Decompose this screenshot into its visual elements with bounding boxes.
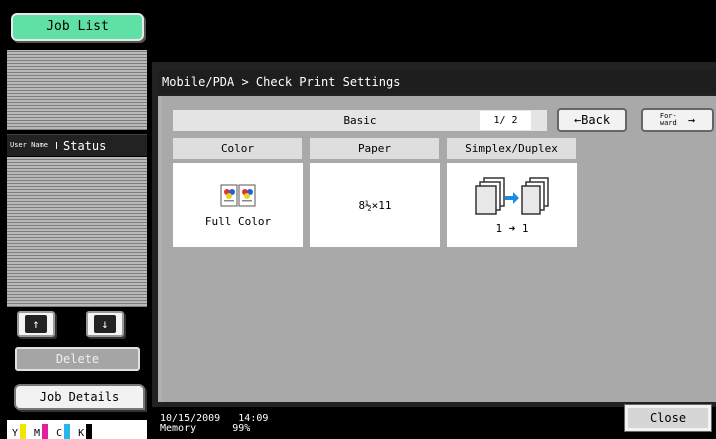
- paper-value: 8½×11: [358, 198, 392, 212]
- job-details-button[interactable]: Job Details: [14, 384, 145, 410]
- status-header: Status: [63, 138, 107, 153]
- breadcrumb: Mobile/PDA > Check Print Settings: [158, 70, 716, 94]
- toner-levels: Y M C K: [7, 420, 147, 439]
- left-panel: Job List User Name Status ↑ ↓ Delete Job…: [0, 0, 152, 439]
- user-name-header: User Name: [7, 142, 57, 149]
- simplex-duplex-value: 1 ➜ 1: [495, 221, 529, 235]
- forward-arrow-icon: →: [687, 113, 696, 127]
- color-pages-icon: [220, 184, 256, 206]
- close-button[interactable]: Close: [624, 404, 712, 432]
- date-time: 10/15/2009 14:09 Memory 99%: [160, 414, 268, 434]
- delete-button[interactable]: Delete: [15, 347, 140, 371]
- toner-yellow-bar: [20, 424, 27, 439]
- job-list: [7, 157, 147, 307]
- scroll-down-button[interactable]: ↓: [86, 311, 124, 337]
- memory-value: 99%: [232, 423, 251, 434]
- toner-black-bar: [86, 424, 93, 439]
- simplex-duplex-setting-card: 1 ➜ 1: [447, 163, 577, 247]
- toner-cyan: C: [56, 424, 71, 439]
- forward-button[interactable]: For-ward →: [641, 108, 714, 132]
- down-arrow-icon: ↓: [94, 315, 116, 333]
- back-button[interactable]: ←Back: [557, 108, 627, 132]
- toner-black: K: [78, 424, 93, 439]
- forward-label: For-ward: [659, 112, 677, 127]
- color-setting-card: Full Color: [173, 163, 303, 247]
- simplex-pages-icon: [475, 176, 549, 215]
- scroll-up-button[interactable]: ↑: [17, 311, 55, 337]
- toner-magenta: M: [34, 424, 49, 439]
- color-header: Color: [173, 138, 302, 159]
- page-indicator: 1/ 2: [480, 111, 531, 130]
- color-value: Full Color: [204, 214, 272, 228]
- paper-header: Paper: [310, 138, 439, 159]
- job-list-header: User Name Status: [7, 134, 147, 156]
- toner-magenta-bar: [42, 424, 49, 439]
- memory-label: Memory: [160, 423, 197, 434]
- paper-setting-card: 8½×11: [310, 163, 440, 247]
- up-arrow-icon: ↑: [25, 315, 47, 333]
- simplex-duplex-header: Simplex/Duplex: [447, 138, 576, 159]
- job-list-button[interactable]: Job List: [11, 13, 144, 41]
- toner-cyan-bar: [64, 424, 71, 439]
- job-list-area: [7, 50, 147, 130]
- toner-yellow: Y: [12, 424, 27, 439]
